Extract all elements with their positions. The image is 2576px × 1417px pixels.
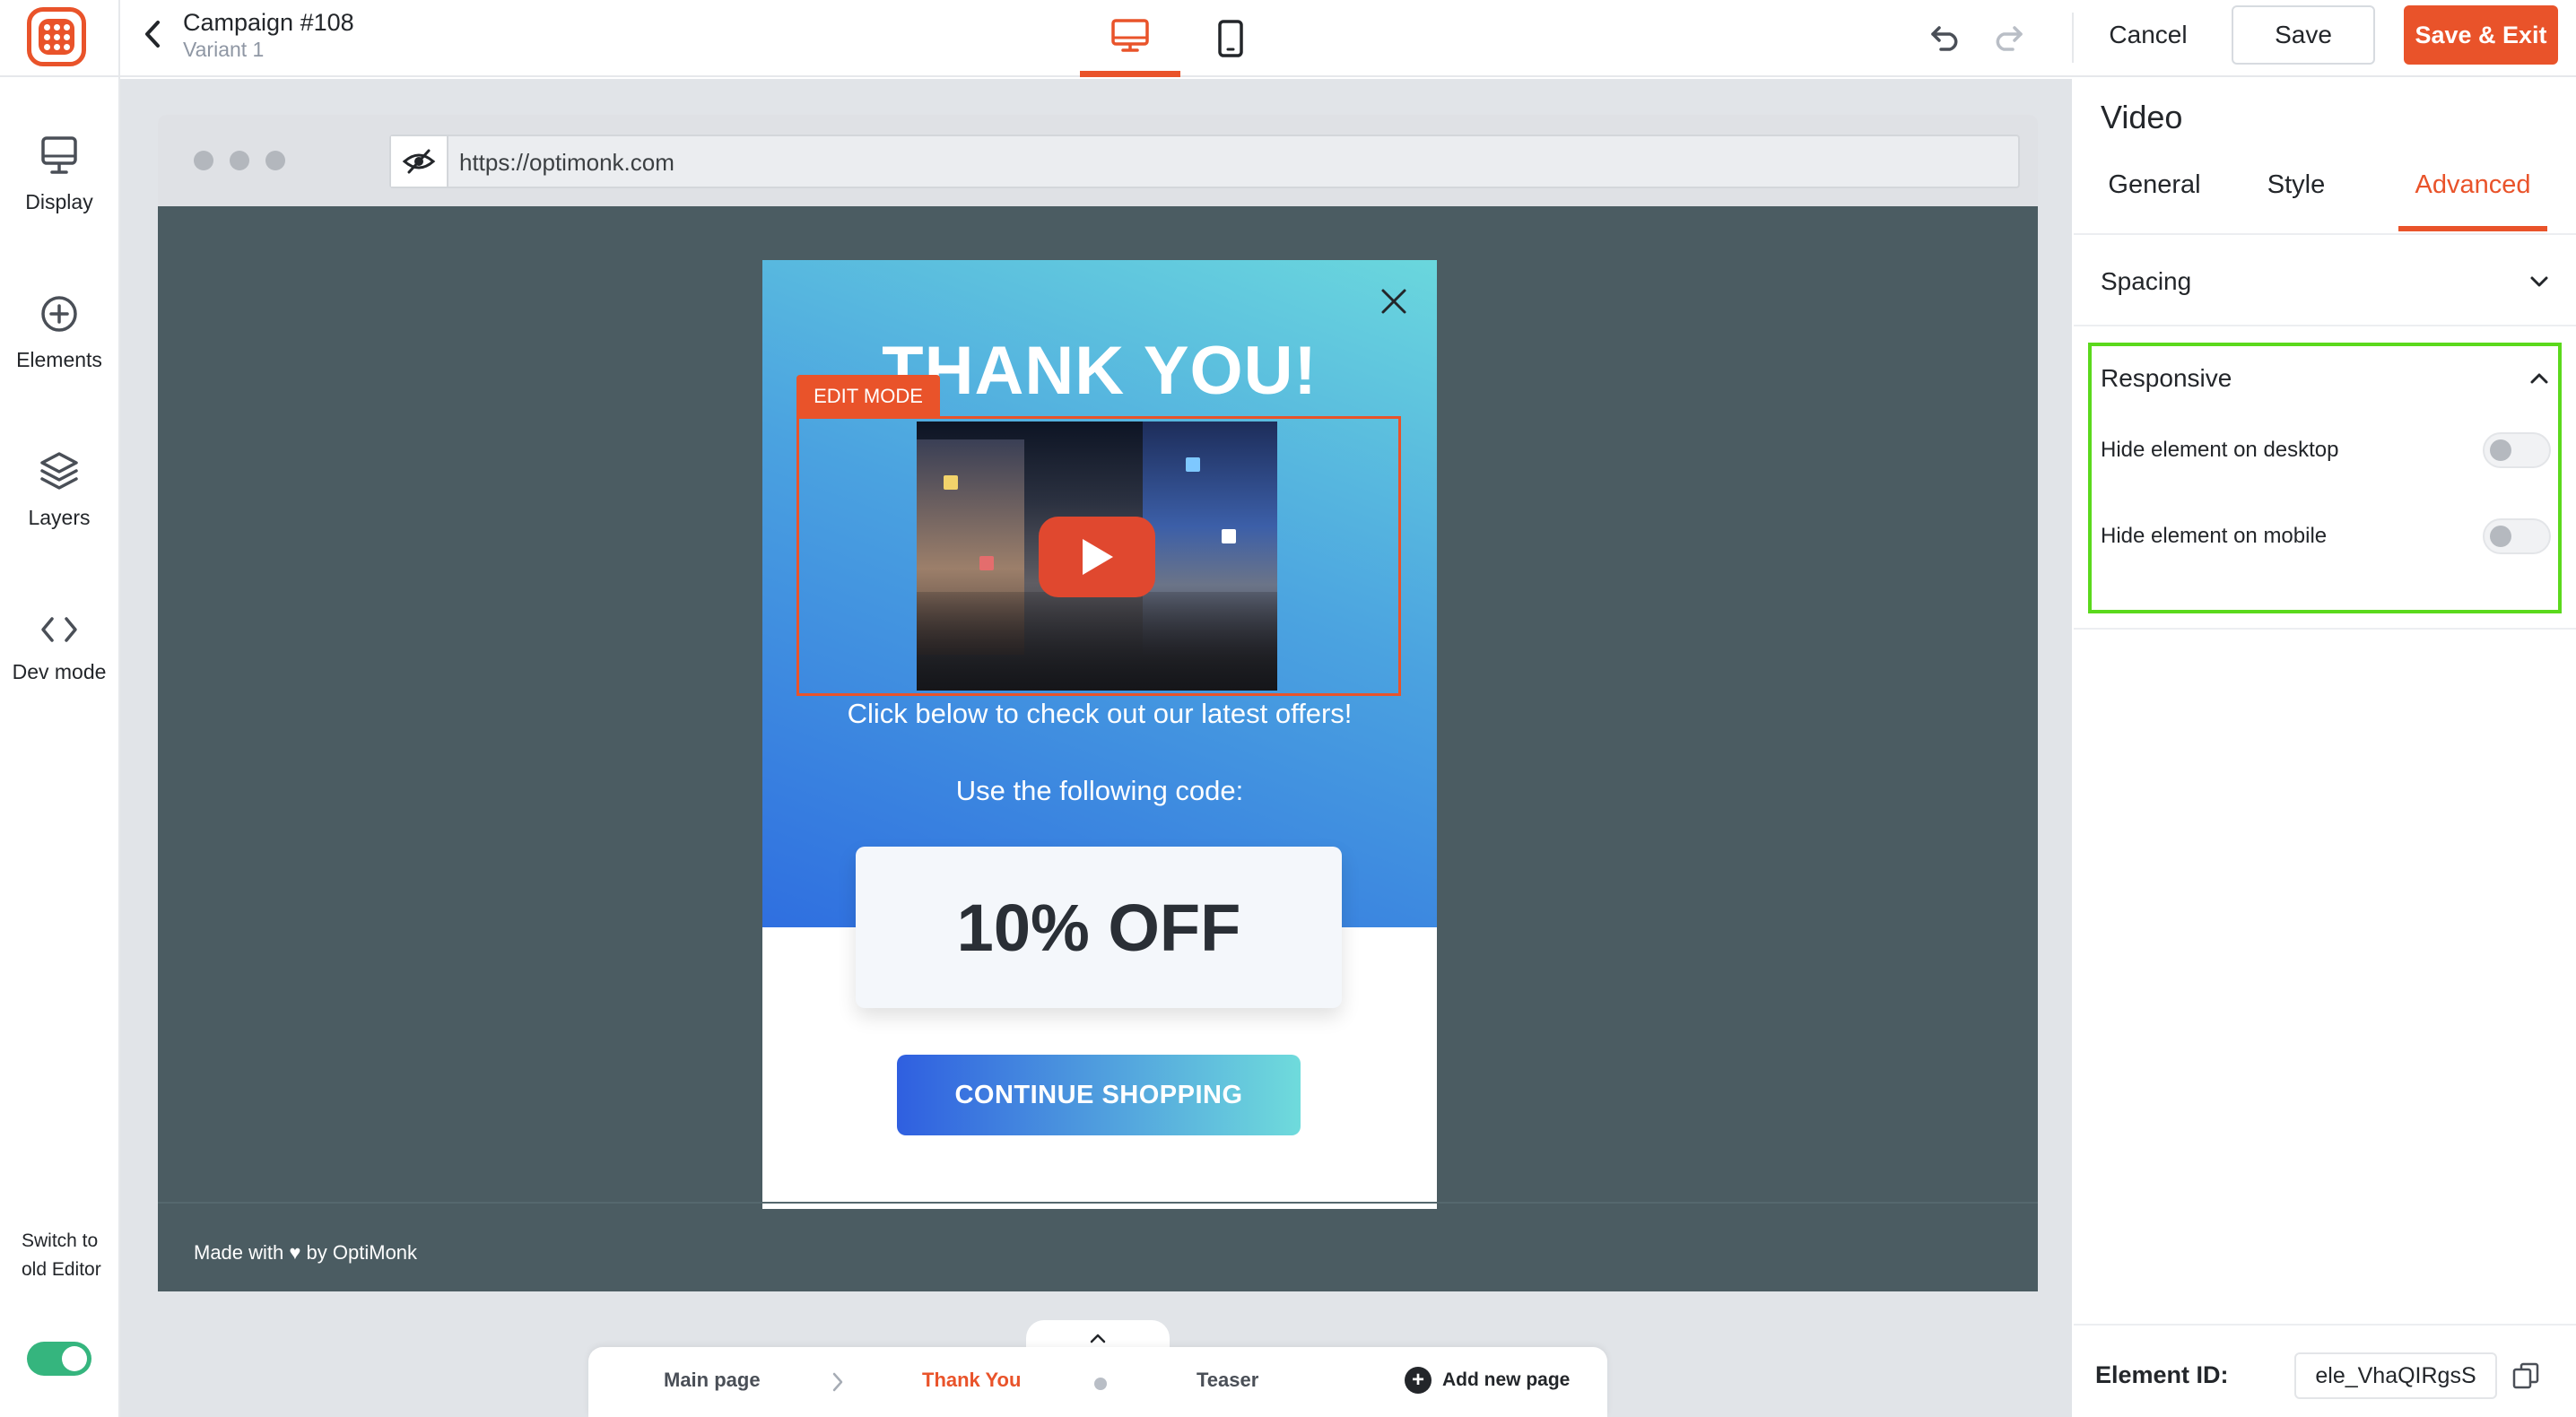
back-chevron-icon[interactable] (135, 16, 170, 52)
popup[interactable]: THANK YOU! EDIT MODE Click below to chec… (762, 260, 1437, 1209)
toolbar-divider (2072, 13, 2074, 63)
sidebar-item-layers[interactable]: Layers (0, 450, 118, 530)
page-tab-thank-you[interactable]: Thank You (922, 1369, 1021, 1392)
chevron-up-icon (1090, 1334, 1106, 1343)
sidebar-item-label: Display (25, 190, 93, 213)
hide-mobile-label: Hide element on mobile (2101, 524, 2328, 548)
code-icon (41, 617, 77, 642)
chevron-up-icon (2530, 373, 2548, 384)
switch-editor-label: Switch to old Editor (22, 1230, 101, 1280)
browser-toolbar: https://optimonk.com (158, 115, 2038, 206)
popup-subtitle[interactable]: Click below to check out our latest offe… (762, 698, 1437, 730)
copy-icon[interactable] (2508, 1358, 2544, 1394)
continue-shopping-button[interactable]: CONTINUE SHOPPING (897, 1055, 1301, 1135)
code-label[interactable]: Use the following code: (762, 775, 1437, 807)
website-backdrop: THANK YOU! EDIT MODE Click below to chec… (158, 206, 2038, 1291)
edit-mode-badge: EDIT MODE (796, 375, 940, 418)
optimonk-logo[interactable] (27, 7, 86, 66)
layers-icon (40, 452, 78, 490)
section-divider (2074, 325, 2576, 326)
tabs-divider (2074, 233, 2576, 235)
responsive-label: Responsive (2101, 364, 2232, 392)
mobile-icon (1218, 20, 1243, 57)
top-bar: Campaign #108 Variant 1 Cancel Save Save… (0, 0, 2576, 77)
save-button[interactable]: Save (2232, 5, 2375, 65)
made-with-text: Made with ♥ by OptiMonk (194, 1241, 418, 1264)
hide-desktop-toggle[interactable] (2483, 432, 2551, 468)
monitor-icon (41, 136, 77, 174)
close-icon[interactable] (1376, 283, 1412, 319)
spacing-label: Spacing (2101, 267, 2192, 295)
element-id-label: Element ID: (2095, 1361, 2229, 1388)
desktop-view-button[interactable] (1080, 0, 1180, 77)
page-tab-teaser[interactable]: Teaser (1197, 1369, 1258, 1392)
campaign-title: Campaign #108 (183, 9, 354, 36)
sidebar-item-display[interactable]: Display (0, 135, 118, 214)
spacing-section-header[interactable]: Spacing (2101, 267, 2549, 296)
element-id-divider (2074, 1324, 2576, 1326)
tab-general[interactable]: General (2101, 170, 2208, 231)
old-editor-toggle[interactable] (27, 1342, 91, 1376)
responsive-section-header[interactable]: Responsive (2101, 364, 2549, 393)
footer-divider (158, 1202, 2038, 1204)
redo-icon[interactable] (1988, 18, 2027, 57)
sidebar-item-label: Elements (16, 348, 102, 371)
tab-style[interactable]: Style (2251, 170, 2341, 231)
coupon-code[interactable]: 10% OFF (856, 847, 1342, 1008)
url-bar[interactable]: https://optimonk.com (389, 135, 2020, 188)
selected-element-outline (796, 416, 1401, 696)
add-new-page-button[interactable]: + Add new page (1405, 1367, 1570, 1394)
hide-mobile-toggle[interactable] (2483, 518, 2551, 554)
sidebar-item-label: Dev mode (12, 660, 107, 683)
sidebar-item-elements[interactable]: Elements (0, 294, 118, 372)
window-dot (194, 151, 213, 170)
plus-icon: + (1405, 1367, 1432, 1394)
sidebar-item-label: Layers (28, 506, 91, 529)
eye-slash-icon[interactable] (391, 136, 448, 187)
variant-name: Variant 1 (183, 38, 265, 61)
section-divider (2074, 628, 2576, 630)
tab-advanced[interactable]: Advanced (2398, 170, 2547, 231)
browser-preview: https://optimonk.com THANK YOU! EDIT MOD… (158, 115, 2038, 1291)
sidebar-item-dev-mode[interactable]: Dev mode (0, 613, 118, 684)
window-dot (230, 151, 249, 170)
chevron-right-icon (831, 1370, 845, 1398)
panel-title: Video (2101, 99, 2183, 135)
window-dot (265, 151, 285, 170)
element-id-field[interactable]: ele_VhaQIRgsS (2294, 1352, 2497, 1399)
plus-circle-icon (41, 296, 77, 332)
undo-icon[interactable] (1927, 18, 1966, 57)
save-and-exit-button[interactable]: Save & Exit (2404, 5, 2558, 65)
editor-canvas: https://optimonk.com THANK YOU! EDIT MOD… (120, 79, 2072, 1417)
url-text: https://optimonk.com (459, 149, 674, 176)
hide-desktop-label: Hide element on desktop (2101, 438, 2339, 462)
cancel-button[interactable]: Cancel (2095, 7, 2201, 63)
chevron-down-icon (2530, 276, 2548, 287)
desktop-icon (1111, 18, 1149, 52)
mobile-view-button[interactable] (1180, 0, 1281, 77)
add-page-label: Add new page (1442, 1369, 1571, 1390)
pages-bar: Main page Thank You Teaser + Add new pag… (588, 1347, 1607, 1417)
page-separator-dot (1094, 1378, 1107, 1390)
page-tab-main[interactable]: Main page (664, 1369, 761, 1392)
properties-panel: Video General Style Advanced Spacing Res… (2074, 79, 2576, 1417)
